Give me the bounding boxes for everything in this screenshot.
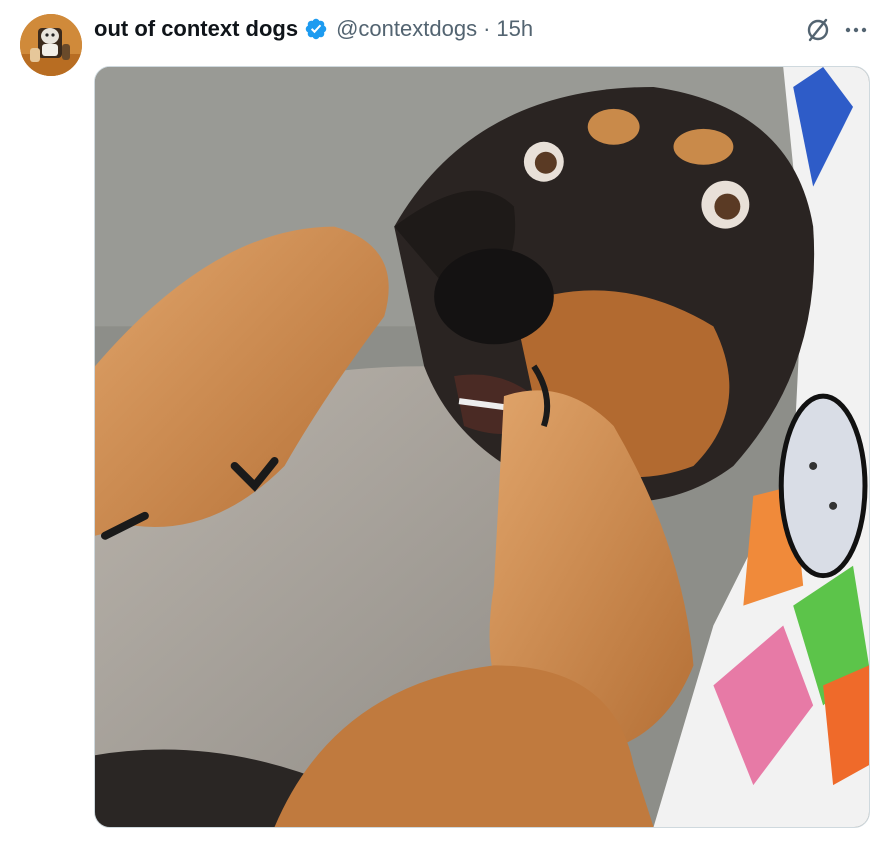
- separator-dot: ·: [483, 16, 491, 41]
- tweet-header: out of context dogs @contextdogs · 15h: [94, 14, 533, 44]
- author-handle[interactable]: @contextdogs: [336, 16, 477, 42]
- avatar[interactable]: [20, 14, 82, 76]
- grok-icon[interactable]: [805, 17, 831, 43]
- author-display-name[interactable]: out of context dogs: [94, 16, 298, 42]
- timestamp[interactable]: 15h: [496, 16, 533, 42]
- verified-badge-icon[interactable]: [304, 17, 328, 41]
- tweet: out of context dogs @contextdogs · 15h: [0, 0, 886, 842]
- tweet-media-photo[interactable]: [94, 66, 870, 828]
- dog-avatar-icon: [20, 14, 82, 76]
- more-icon[interactable]: [842, 17, 870, 43]
